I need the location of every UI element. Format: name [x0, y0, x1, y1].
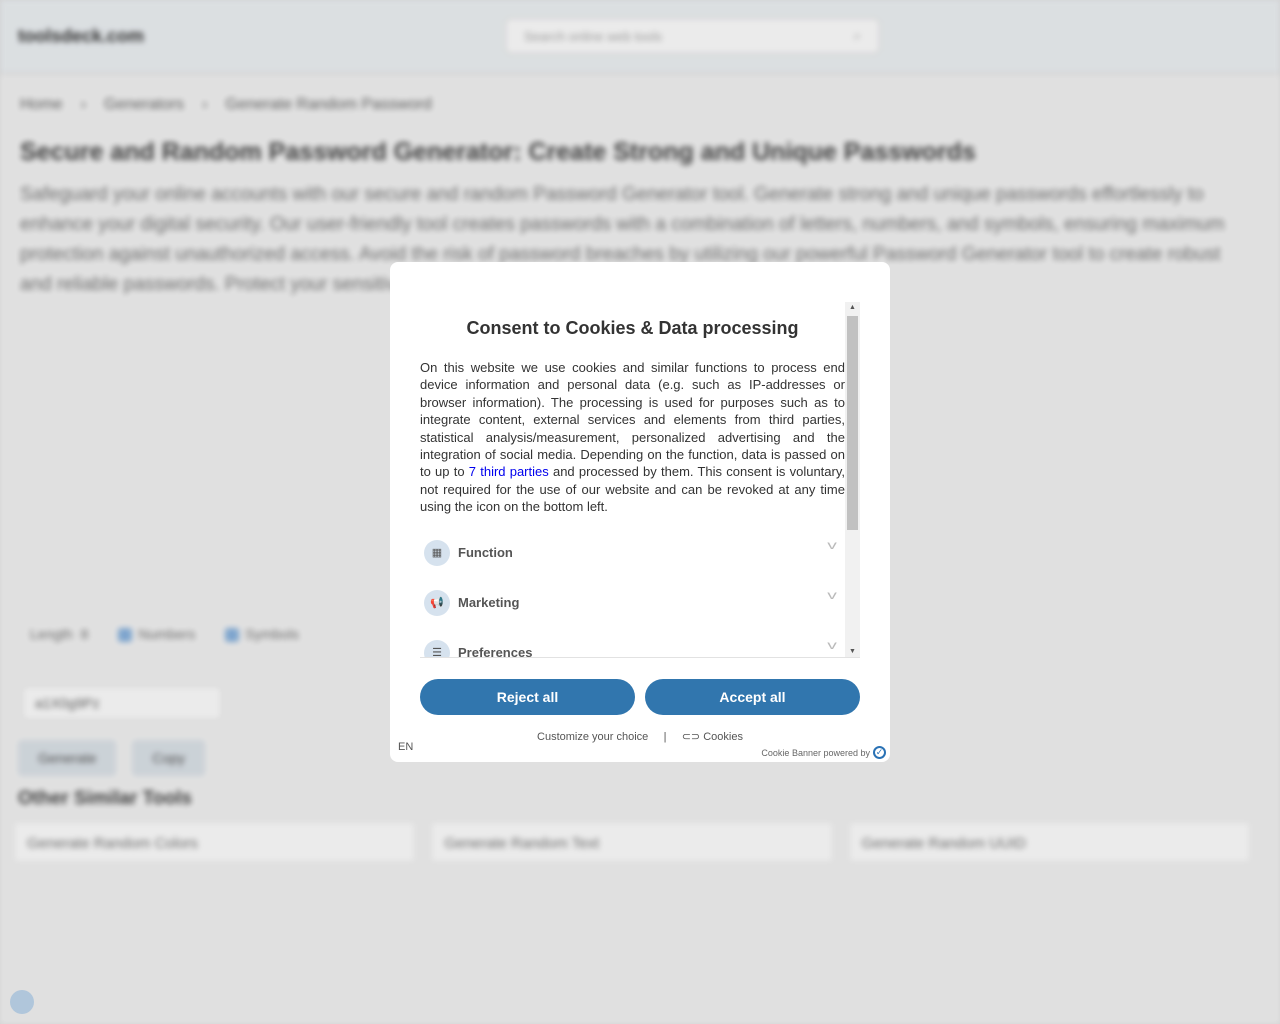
cookies-link[interactable]: Cookies [703, 731, 743, 743]
separator: | [663, 731, 667, 743]
consent-text: On this website we use cookies and simil… [420, 360, 845, 515]
grid-icon: ▦ [424, 539, 450, 566]
reject-all-button[interactable]: Reject all [420, 679, 635, 715]
accept-all-button[interactable]: Accept all [645, 679, 860, 715]
scrollbar[interactable]: ▲ ▼ [845, 302, 860, 657]
checkmark-logo-icon: ✓ [873, 746, 886, 759]
third-parties-link[interactable]: 7 third parties [469, 464, 549, 479]
language-selector[interactable]: EN [398, 741, 413, 753]
cookie-settings-icon[interactable] [10, 990, 34, 1014]
category-preferences[interactable]: ☰ Preferences v [420, 628, 845, 657]
chevron-down-icon: v [827, 537, 837, 552]
powered-by[interactable]: Cookie Banner powered by ✓ [761, 746, 886, 759]
megaphone-icon: 📢 [424, 589, 450, 616]
link-icon: ⊂⊃ [681, 731, 701, 743]
consent-title: Consent to Cookies & Data processing [466, 318, 799, 338]
chevron-down-icon: v [827, 637, 837, 652]
consent-scroll-area: Consent to Cookies & Data processing On … [420, 302, 860, 658]
category-marketing[interactable]: 📢 Marketing v [420, 578, 845, 628]
chevron-down-icon: v [827, 587, 837, 602]
cookie-consent-dialog: Consent to Cookies & Data processing On … [390, 262, 890, 762]
sliders-icon: ☰ [424, 639, 450, 657]
customize-link[interactable]: Customize your choice [537, 731, 648, 743]
category-function[interactable]: ▦ Function v [420, 528, 845, 578]
